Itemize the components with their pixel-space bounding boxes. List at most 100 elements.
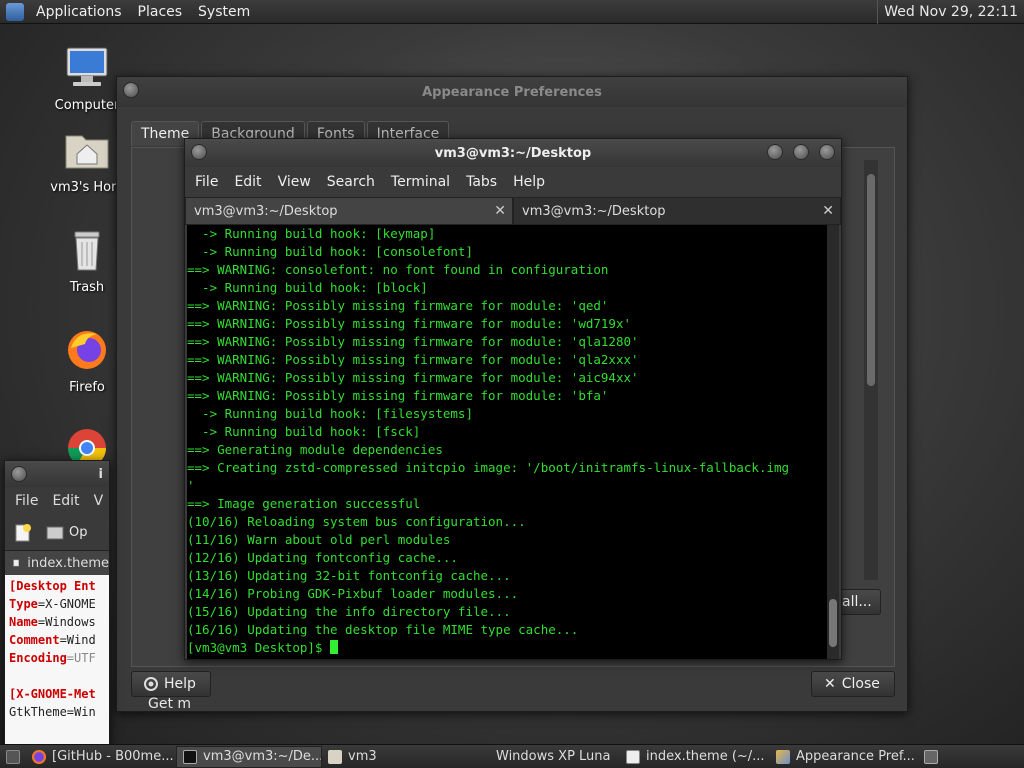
get-more-themes-link[interactable]: Get m <box>148 696 191 712</box>
close-icon: ✕ <box>824 676 836 692</box>
taskbar-item-windows-xp-luna[interactable]: Windows XP Luna <box>470 746 620 768</box>
taskbar-item-appearance[interactable]: Appearance Pref... <box>770 746 920 768</box>
menu-file[interactable]: File <box>15 493 38 509</box>
terminal-tab-label: vm3@vm3:~/Desktop <box>522 203 666 219</box>
terminal-output[interactable]: -> Running build hook: [keymap] -> Runni… <box>187 225 827 659</box>
close-icon[interactable] <box>819 144 835 160</box>
menu-places[interactable]: Places <box>130 4 191 20</box>
terminal-titlebar[interactable]: vm3@vm3:~/Desktop <box>185 139 841 167</box>
menu-view[interactable]: View <box>270 174 319 190</box>
code-line: Comment=Wind <box>9 633 96 647</box>
show-desktop-icon[interactable] <box>6 749 20 764</box>
scrollbar-thumb[interactable] <box>867 174 875 386</box>
menu-system[interactable]: System <box>190 4 258 20</box>
scrollbar-thumb[interactable] <box>829 599 837 647</box>
appearance-icon <box>776 749 790 764</box>
document-tab[interactable]: index.theme <box>5 551 109 575</box>
clock[interactable]: Wed Nov 29, 22:11 <box>877 0 1024 24</box>
firefox-icon <box>68 331 106 369</box>
editor-text-area[interactable]: [Desktop Ent Type=X-GNOME Name=Windows Comm… <box>5 575 109 749</box>
terminal-line: ==> WARNING: Possibly missing firmware f… <box>187 388 609 403</box>
new-document-icon[interactable] <box>13 523 33 543</box>
close-button-label: Close <box>841 676 880 692</box>
window-menu-icon[interactable] <box>11 466 27 482</box>
window-menu-icon[interactable] <box>123 82 139 98</box>
computer-icon <box>66 47 108 86</box>
terminal-line: (12/16) Updating fontconfig cache... <box>187 550 458 565</box>
terminal-line: -> Running build hook: [fsck] <box>187 424 421 439</box>
maximize-icon[interactable] <box>793 144 809 160</box>
minimize-icon[interactable] <box>767 144 783 160</box>
open-button-label[interactable]: Op <box>69 525 87 540</box>
code-line: [Desktop Ent <box>9 579 96 593</box>
terminal-line: (13/16) Updating 32-bit fontconfig cache… <box>187 568 511 583</box>
menu-view[interactable]: V <box>94 493 104 509</box>
close-tab-icon[interactable]: ✕ <box>494 203 506 219</box>
theme-list-scrollbar[interactable] <box>864 160 878 580</box>
appearance-titlebar[interactable]: Appearance Preferences <box>117 77 907 107</box>
menu-search[interactable]: Search <box>319 174 383 190</box>
taskbar-item-firefox[interactable]: [GitHub - B00me... <box>26 746 176 768</box>
terminal-menubar: File Edit View Search Terminal Tabs Help <box>185 167 841 197</box>
terminal-line: ==> WARNING: Possibly missing firmware f… <box>187 316 632 331</box>
trash-icon <box>74 231 100 271</box>
window-menu-icon[interactable] <box>191 144 207 160</box>
workspace-switcher-icon[interactable] <box>924 749 938 764</box>
taskbar-item-label: [GitHub - B00me... <box>52 749 174 764</box>
editor-toolbar: Op <box>5 515 109 551</box>
editor-titlebar[interactable]: i <box>5 461 109 487</box>
open-icon[interactable] <box>45 523 65 543</box>
help-icon <box>144 677 158 691</box>
top-panel: Applications Places System Wed Nov 29, 2… <box>0 0 1024 24</box>
terminal-line: ==> Creating zstd-compressed initcpio im… <box>187 460 790 475</box>
terminal-line: ==> WARNING: Possibly missing firmware f… <box>187 352 639 367</box>
terminal-cursor <box>330 640 338 654</box>
menu-help[interactable]: Help <box>505 174 553 190</box>
home-folder-icon <box>65 135 109 169</box>
document-icon <box>13 559 20 567</box>
terminal-line: ==> WARNING: consolefont: no font found … <box>187 262 609 277</box>
code-line: Type=X-GNOME <box>9 597 96 611</box>
folder-icon <box>328 749 342 764</box>
terminal-tabs: vm3@vm3:~/Desktop ✕ vm3@vm3:~/Desktop ✕ <box>185 197 841 225</box>
code-line: GtkTheme=Win <box>9 705 96 719</box>
code-line: Encoding=UTF <box>9 651 96 665</box>
window-title: Appearance Preferences <box>422 84 602 100</box>
terminal-line: -> Running build hook: [keymap] <box>187 226 436 241</box>
terminal-line: -> Running build hook: [filesystems] <box>187 406 473 421</box>
text-editor-icon <box>626 749 640 764</box>
menu-terminal[interactable]: Terminal <box>383 174 458 190</box>
menu-applications[interactable]: Applications <box>28 4 130 20</box>
menu-tabs[interactable]: Tabs <box>458 174 505 190</box>
document-tab-label: index.theme <box>27 555 109 571</box>
help-button[interactable]: Help <box>131 671 211 697</box>
terminal-tab[interactable]: vm3@vm3:~/Desktop ✕ <box>185 197 513 225</box>
terminal-line: -> Running build hook: [consolefont] <box>187 244 473 259</box>
window-title: vm3@vm3:~/Desktop <box>434 145 592 161</box>
terminal-tab-label: vm3@vm3:~/Desktop <box>194 203 338 219</box>
menu-edit[interactable]: Edit <box>226 174 269 190</box>
menu-file[interactable]: File <box>187 174 226 190</box>
close-tab-icon[interactable]: ✕ <box>822 203 834 219</box>
taskbar: [GitHub - B00me... vm3@vm3:~/De... vm3 W… <box>0 744 1024 768</box>
editor-menubar: File Edit V <box>5 487 109 515</box>
terminal-scrollbar[interactable] <box>827 225 839 659</box>
terminal-line: (15/16) Updating the info directory file… <box>187 604 511 619</box>
terminal-tab[interactable]: vm3@vm3:~/Desktop ✕ <box>513 197 841 225</box>
terminal-prompt-line: [vm3@vm3 Desktop]$ <box>187 639 827 657</box>
close-button[interactable]: ✕ Close <box>811 671 895 697</box>
taskbar-item-label: vm3 <box>348 749 377 764</box>
terminal-line: ==> WARNING: Possibly missing firmware f… <box>187 334 639 349</box>
terminal-line: (14/16) Probing GDK-Pixbuf loader module… <box>187 586 519 601</box>
terminal-line: ==> WARNING: Possibly missing firmware f… <box>187 370 639 385</box>
terminal-icon <box>183 749 197 764</box>
terminal-line: ==> Generating module dependencies <box>187 442 443 457</box>
text-editor-window: i File Edit V Op index.theme [Desktop En… <box>4 460 110 750</box>
taskbar-item-terminal[interactable]: vm3@vm3:~/De... <box>176 745 322 768</box>
taskbar-item-text-editor[interactable]: index.theme (~/... <box>620 746 770 768</box>
taskbar-item-folder[interactable]: vm3 <box>322 746 470 768</box>
taskbar-item-label: index.theme (~/... <box>646 749 765 764</box>
applications-menu-icon[interactable] <box>6 2 24 21</box>
menu-edit[interactable]: Edit <box>52 493 79 509</box>
